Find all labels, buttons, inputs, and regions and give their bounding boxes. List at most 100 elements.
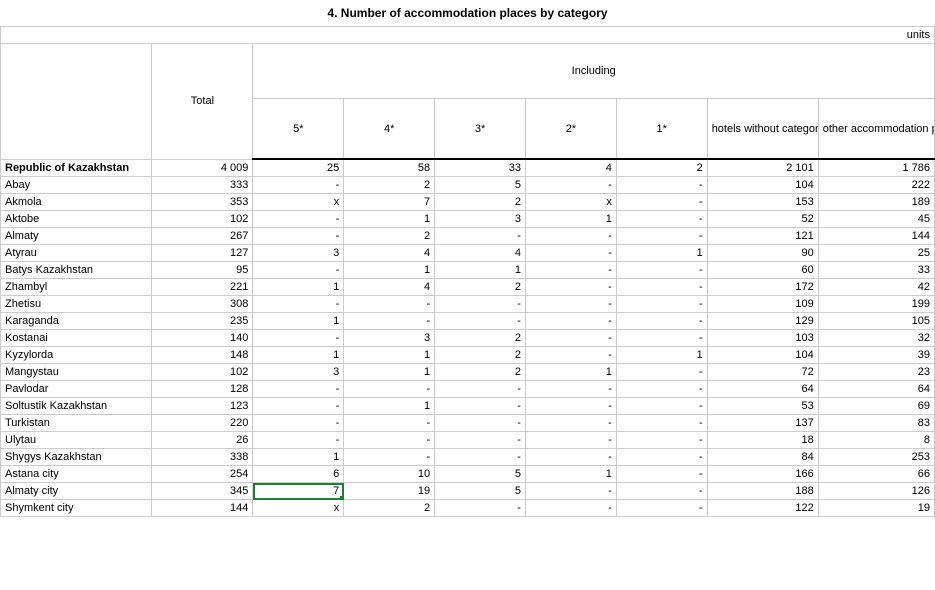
cell-s2[interactable]: -: [525, 500, 616, 517]
cell-total[interactable]: 353: [152, 194, 253, 211]
cell-hw[interactable]: 2 101: [707, 159, 818, 177]
cell-s5[interactable]: -: [253, 296, 344, 313]
cell-s1[interactable]: -: [616, 313, 707, 330]
cell-s5[interactable]: 25: [253, 159, 344, 177]
cell-s1[interactable]: -: [616, 194, 707, 211]
row-name[interactable]: Mangystau: [1, 364, 152, 381]
cell-s2[interactable]: -: [525, 483, 616, 500]
cell-hw[interactable]: 53: [707, 398, 818, 415]
cell-s4[interactable]: -: [344, 296, 435, 313]
row-name[interactable]: Abay: [1, 177, 152, 194]
cell-hw[interactable]: 172: [707, 279, 818, 296]
cell-total[interactable]: 254: [152, 466, 253, 483]
row-name[interactable]: Shymkent city: [1, 500, 152, 517]
cell-other[interactable]: 126: [818, 483, 934, 500]
cell-s4[interactable]: 1: [344, 398, 435, 415]
cell-s5[interactable]: -: [253, 398, 344, 415]
cell-total[interactable]: 4 009: [152, 159, 253, 177]
cell-total[interactable]: 148: [152, 347, 253, 364]
cell-s3[interactable]: 5: [435, 466, 526, 483]
cell-total[interactable]: 345: [152, 483, 253, 500]
cell-s3[interactable]: -: [435, 432, 526, 449]
row-name[interactable]: Batys Kazakhstan: [1, 262, 152, 279]
cell-other[interactable]: 45: [818, 211, 934, 228]
cell-s4[interactable]: 1: [344, 211, 435, 228]
cell-other[interactable]: 42: [818, 279, 934, 296]
cell-s1[interactable]: -: [616, 483, 707, 500]
cell-s2[interactable]: -: [525, 415, 616, 432]
cell-s2[interactable]: -: [525, 347, 616, 364]
cell-other[interactable]: 64: [818, 381, 934, 398]
cell-s5[interactable]: -: [253, 177, 344, 194]
cell-s2[interactable]: -: [525, 262, 616, 279]
row-name[interactable]: Kostanai: [1, 330, 152, 347]
cell-s4[interactable]: 58: [344, 159, 435, 177]
cell-other[interactable]: 19: [818, 500, 934, 517]
cell-hw[interactable]: 60: [707, 262, 818, 279]
cell-s3[interactable]: 1: [435, 262, 526, 279]
cell-hw[interactable]: 109: [707, 296, 818, 313]
cell-s3[interactable]: -: [435, 398, 526, 415]
cell-s2[interactable]: x: [525, 194, 616, 211]
cell-s5[interactable]: 1: [253, 347, 344, 364]
cell-s1[interactable]: 1: [616, 245, 707, 262]
cell-s3[interactable]: 2: [435, 194, 526, 211]
cell-s4[interactable]: 2: [344, 500, 435, 517]
cell-other[interactable]: 199: [818, 296, 934, 313]
cell-s4[interactable]: 2: [344, 177, 435, 194]
cell-s3[interactable]: 2: [435, 347, 526, 364]
cell-other[interactable]: 39: [818, 347, 934, 364]
cell-other[interactable]: 83: [818, 415, 934, 432]
row-name[interactable]: Karaganda: [1, 313, 152, 330]
cell-total[interactable]: 267: [152, 228, 253, 245]
cell-hw[interactable]: 104: [707, 347, 818, 364]
cell-hw[interactable]: 90: [707, 245, 818, 262]
cell-s1[interactable]: 1: [616, 347, 707, 364]
cell-total[interactable]: 338: [152, 449, 253, 466]
cell-hw[interactable]: 64: [707, 381, 818, 398]
cell-s1[interactable]: -: [616, 415, 707, 432]
cell-s1[interactable]: -: [616, 432, 707, 449]
cell-s1[interactable]: -: [616, 398, 707, 415]
cell-s5[interactable]: -: [253, 262, 344, 279]
cell-s3[interactable]: 3: [435, 211, 526, 228]
cell-total[interactable]: 333: [152, 177, 253, 194]
cell-s3[interactable]: 2: [435, 330, 526, 347]
cell-hw[interactable]: 121: [707, 228, 818, 245]
cell-s5[interactable]: 7: [253, 483, 344, 500]
cell-total[interactable]: 235: [152, 313, 253, 330]
cell-hw[interactable]: 129: [707, 313, 818, 330]
cell-s2[interactable]: -: [525, 330, 616, 347]
cell-s4[interactable]: -: [344, 449, 435, 466]
cell-hw[interactable]: 103: [707, 330, 818, 347]
cell-s4[interactable]: 1: [344, 364, 435, 381]
cell-s1[interactable]: -: [616, 364, 707, 381]
cell-other[interactable]: 144: [818, 228, 934, 245]
cell-s3[interactable]: -: [435, 381, 526, 398]
cell-other[interactable]: 222: [818, 177, 934, 194]
cell-total[interactable]: 144: [152, 500, 253, 517]
cell-other[interactable]: 253: [818, 449, 934, 466]
row-name[interactable]: Almaty: [1, 228, 152, 245]
cell-s1[interactable]: -: [616, 228, 707, 245]
cell-s3[interactable]: -: [435, 228, 526, 245]
cell-s5[interactable]: 1: [253, 313, 344, 330]
cell-s2[interactable]: -: [525, 245, 616, 262]
cell-s3[interactable]: 2: [435, 364, 526, 381]
cell-s4[interactable]: -: [344, 313, 435, 330]
cell-s4[interactable]: 1: [344, 347, 435, 364]
cell-s2[interactable]: -: [525, 228, 616, 245]
cell-s3[interactable]: 5: [435, 177, 526, 194]
cell-s5[interactable]: 3: [253, 245, 344, 262]
cell-other[interactable]: 69: [818, 398, 934, 415]
cell-total[interactable]: 95: [152, 262, 253, 279]
cell-s1[interactable]: -: [616, 330, 707, 347]
cell-s5[interactable]: -: [253, 211, 344, 228]
cell-other[interactable]: 32: [818, 330, 934, 347]
cell-hw[interactable]: 18: [707, 432, 818, 449]
row-name[interactable]: Astana city: [1, 466, 152, 483]
cell-total[interactable]: 140: [152, 330, 253, 347]
cell-s4[interactable]: 4: [344, 279, 435, 296]
cell-hw[interactable]: 122: [707, 500, 818, 517]
cell-s3[interactable]: 4: [435, 245, 526, 262]
